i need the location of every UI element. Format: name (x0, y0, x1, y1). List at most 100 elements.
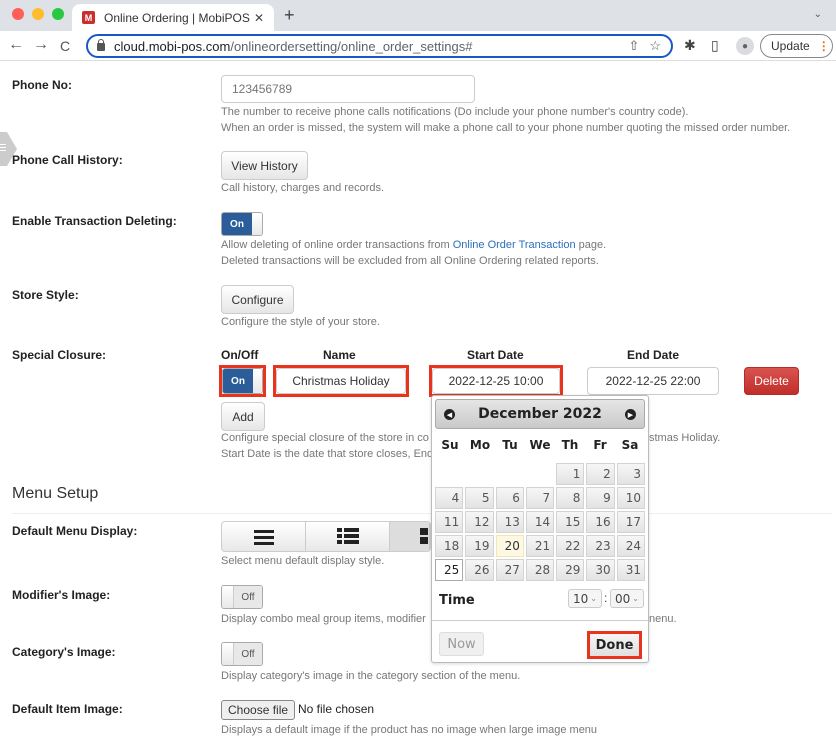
extensions-puzzle-icon[interactable]: ✱ (684, 37, 696, 54)
day-cell-11[interactable]: 11 (435, 511, 464, 533)
modifier-image-toggle[interactable]: Off (221, 585, 263, 609)
day-cell-7[interactable]: 7 (525, 487, 555, 509)
transaction-deleting-toggle[interactable]: On (221, 212, 263, 236)
done-button[interactable]: Done (587, 631, 642, 659)
day-cell-30[interactable]: 30 (586, 559, 615, 581)
toggle-state-text: On (223, 369, 253, 393)
close-tab-icon[interactable]: ✕ (254, 11, 264, 25)
end-date-input[interactable]: 2022-12-25 22:00 (587, 367, 719, 395)
choose-file-button[interactable]: Choose file (221, 700, 296, 720)
prev-month-icon[interactable]: ◀ (444, 409, 455, 420)
day-cell-26[interactable]: 26 (465, 559, 494, 581)
phone-no-help-2: When an order is missed, the system will… (221, 122, 791, 134)
store-style-label: Store Style: (12, 288, 79, 302)
default-item-image-label: Default Item Image: (12, 702, 123, 716)
toggle-state-text: Off (234, 643, 262, 665)
help-text: Allow deleting of online order transacti… (221, 239, 453, 251)
file-status-text: No file chosen (298, 702, 375, 716)
day-cell-27[interactable]: 27 (495, 559, 524, 581)
day-cell-4[interactable]: 4 (435, 487, 464, 509)
day-cell-12[interactable]: 12 (465, 511, 494, 533)
kebab-menu-icon[interactable]: ⋮ (818, 39, 830, 53)
add-closure-button[interactable]: Add (221, 402, 265, 431)
day-cell-21[interactable]: 21 (525, 535, 555, 557)
hour-select[interactable]: 10 ⌄ (568, 589, 602, 608)
day-cell-8[interactable]: 8 (556, 487, 585, 509)
update-label: Update (771, 39, 810, 53)
day-cell-18[interactable]: 18 (435, 535, 464, 557)
day-cell-3[interactable]: 3 (616, 463, 645, 485)
transaction-deleting-label: Enable Transaction Deleting: (12, 214, 177, 228)
menu-display-option-grid[interactable] (390, 522, 430, 551)
bookmark-star-icon[interactable]: ☆ (649, 38, 661, 54)
forward-arrow-icon[interactable]: → (33, 36, 49, 54)
day-cell-28[interactable]: 28 (525, 559, 555, 581)
side-panel-icon[interactable]: ▯ (711, 37, 719, 54)
day-cell-13[interactable]: 13 (495, 511, 524, 533)
weekday-fr: Fr (593, 438, 607, 452)
section-divider (12, 513, 832, 514)
reload-icon[interactable]: C (60, 38, 70, 54)
closure-name-input[interactable]: Christmas Holiday (276, 368, 406, 394)
minute-select[interactable]: 00 ⌄ (610, 589, 644, 608)
maximize-window-button[interactable] (52, 8, 64, 20)
day-cell-16[interactable]: 16 (586, 511, 615, 533)
day-cell-1[interactable]: 1 (556, 463, 585, 485)
tab-title: Online Ordering | MobiPOS (104, 10, 250, 25)
day-cell-31[interactable]: 31 (616, 559, 645, 581)
day-cell-20[interactable]: 20 (495, 535, 524, 557)
day-cell-19[interactable]: 19 (465, 535, 494, 557)
tab-search-chevron-icon[interactable]: ⌄ (814, 9, 822, 20)
menu-display-option-list[interactable] (222, 522, 306, 551)
chevron-down-icon: ⌄ (632, 594, 639, 603)
profile-avatar-icon[interactable]: ● (736, 37, 754, 55)
column-header-end-date: End Date (627, 348, 680, 362)
day-cell-6[interactable]: 6 (495, 487, 524, 509)
day-cell-15[interactable]: 15 (556, 511, 585, 533)
modifier-image-help-right: nenu. (649, 613, 677, 625)
category-image-toggle[interactable]: Off (221, 642, 263, 666)
toggle-knob (222, 586, 234, 608)
toggle-knob (222, 643, 234, 665)
transaction-deleting-help-2: Deleted transactions will be excluded fr… (221, 255, 599, 267)
phone-no-help-1: The number to receive phone calls notifi… (221, 106, 689, 118)
menu-display-option-detailed-list[interactable] (306, 522, 390, 551)
weekday-we: We (529, 438, 551, 452)
day-cell-25[interactable]: 25 (435, 559, 464, 581)
day-cell-22[interactable]: 22 (556, 535, 585, 557)
delete-closure-button[interactable]: Delete (744, 367, 799, 395)
datepicker-divider (432, 620, 648, 621)
view-history-button[interactable]: View History (221, 151, 308, 180)
next-month-icon[interactable]: ▶ (625, 409, 636, 420)
column-header-start-date: Start Date (467, 348, 524, 362)
day-cell-9[interactable]: 9 (586, 487, 615, 509)
special-closure-toggle[interactable]: On (222, 368, 263, 394)
lock-icon (97, 39, 105, 51)
toggle-state-text: Off (234, 586, 262, 608)
share-icon[interactable]: ⇧ (628, 38, 639, 54)
address-bar[interactable]: cloud.mobi-pos.com/onlineordersetting/on… (86, 34, 673, 58)
back-arrow-icon[interactable]: ← (8, 36, 24, 54)
weekday-sa: Sa (621, 438, 639, 452)
new-tab-icon[interactable]: + (284, 5, 295, 26)
browser-tab[interactable]: M Online Ordering | MobiPOS ✕ (72, 4, 274, 31)
column-header-onoff: On/Off (221, 348, 259, 362)
now-button[interactable]: Now (439, 632, 484, 656)
day-cell-5[interactable]: 5 (465, 487, 494, 509)
minimize-window-button[interactable] (32, 8, 44, 20)
close-window-button[interactable] (12, 8, 24, 20)
day-cell-10[interactable]: 10 (616, 487, 645, 509)
online-order-transaction-link[interactable]: Online Order Transaction (453, 239, 576, 251)
list-icon (253, 529, 274, 545)
update-button[interactable]: Update ⋮ (760, 34, 833, 58)
day-cell-2[interactable]: 2 (586, 463, 615, 485)
day-cell-14[interactable]: 14 (525, 511, 555, 533)
configure-button[interactable]: Configure (221, 285, 294, 314)
day-cell-23[interactable]: 23 (586, 535, 615, 557)
day-cell-24[interactable]: 24 (616, 535, 645, 557)
phone-no-input[interactable] (221, 75, 475, 103)
special-closure-help-1-left: Configure special closure of the store i… (221, 432, 429, 444)
day-cell-29[interactable]: 29 (556, 559, 585, 581)
start-date-input[interactable]: 2022-12-25 10:00 (432, 368, 560, 394)
day-cell-17[interactable]: 17 (616, 511, 645, 533)
